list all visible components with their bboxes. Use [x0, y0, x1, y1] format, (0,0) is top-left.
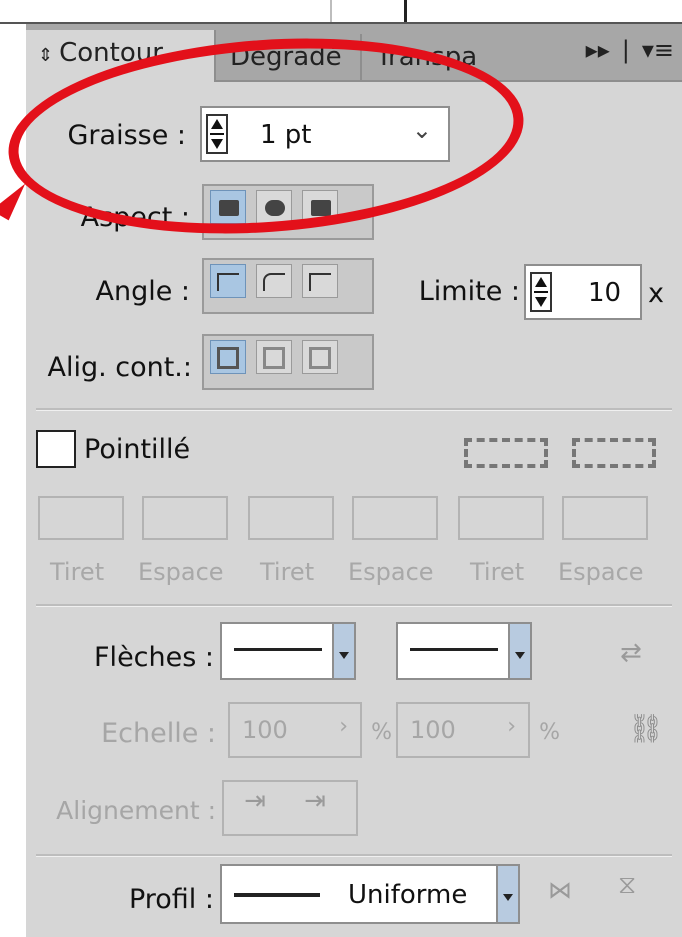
pointille-checkbox[interactable]	[36, 430, 76, 468]
arrow-end-select[interactable]	[396, 622, 532, 680]
gap-input[interactable]	[562, 496, 648, 540]
arrow-place-icon[interactable]: ⇥	[290, 786, 340, 826]
arrow-extend-icon[interactable]: ⇥	[230, 786, 280, 826]
pointille-label: Pointillé	[84, 434, 191, 465]
stepper-icon[interactable]	[530, 272, 552, 312]
collapse-icon: ⇕	[38, 45, 54, 66]
dash-label: Tiret	[50, 558, 105, 586]
gap-label: Espace	[558, 558, 644, 586]
swap-arrows-icon[interactable]: ⇄	[620, 638, 642, 668]
limite-field[interactable]: 10	[524, 264, 642, 320]
profil-value: Uniforme	[348, 880, 468, 910]
limite-value: 10	[588, 278, 622, 308]
flip-horizontal-icon[interactable]: ⋈	[548, 876, 572, 904]
alig-cont-label: Alig. cont.:	[47, 352, 192, 383]
flip-vertical-icon[interactable]: ⧖	[618, 870, 636, 901]
gap-input[interactable]	[142, 496, 228, 540]
angle-buttons	[202, 258, 374, 314]
tab-actions: ▸▸ | ▾≡	[586, 36, 674, 64]
divider	[36, 854, 672, 857]
alig-cont-buttons	[202, 334, 374, 390]
gap-input[interactable]	[352, 496, 438, 540]
profil-label: Profil :	[128, 884, 214, 915]
dash-input[interactable]	[248, 496, 334, 540]
scale-start-unit: %	[371, 720, 392, 745]
top-bar	[0, 0, 682, 24]
chevron-down-icon[interactable]	[332, 624, 354, 678]
scale-end-unit: %	[539, 720, 560, 745]
scale-end-value: 100	[410, 716, 456, 744]
arrow-start-select[interactable]	[220, 622, 356, 680]
gap-label: Espace	[138, 558, 224, 586]
join-bevel-button[interactable]	[302, 264, 338, 298]
gap-label: Espace	[348, 558, 434, 586]
align-center-button[interactable]	[210, 340, 246, 374]
profil-select[interactable]: Uniforme	[220, 864, 520, 924]
dash-preserve-icon[interactable]	[464, 438, 548, 468]
alignement-buttons: ⇥ ⇥	[222, 780, 358, 836]
dash-align-icon[interactable]	[572, 438, 656, 468]
limite-unit: x	[648, 278, 664, 309]
red-arrow-icon	[0, 175, 29, 221]
link-icon[interactable]: ⛓	[628, 712, 664, 745]
divider	[36, 604, 672, 607]
scale-start-value: 100	[242, 716, 288, 744]
divider	[404, 0, 407, 24]
dash-label: Tiret	[470, 558, 525, 586]
dash-label: Tiret	[260, 558, 315, 586]
echelle-label: Echelle :	[101, 718, 216, 749]
join-round-button[interactable]	[256, 264, 292, 298]
fleches-label: Flèches :	[94, 642, 214, 673]
dash-input[interactable]	[38, 496, 124, 540]
limite-label: Limite :	[418, 276, 520, 307]
chevron-down-icon[interactable]	[508, 624, 530, 678]
align-outside-button[interactable]	[302, 340, 338, 374]
forward-icon[interactable]: ▸▸	[586, 36, 610, 64]
angle-label: Angle :	[95, 276, 190, 307]
dash-input[interactable]	[458, 496, 544, 540]
divider	[36, 408, 672, 411]
scale-start-input[interactable]: 100 ›	[228, 702, 362, 758]
join-miter-button[interactable]	[210, 264, 246, 298]
chevron-right-icon[interactable]: ›	[339, 714, 348, 739]
scale-end-input[interactable]: 100 ›	[396, 702, 530, 758]
align-inside-button[interactable]	[256, 340, 292, 374]
alignement-label: Alignement :	[56, 796, 216, 825]
chevron-down-icon[interactable]	[496, 866, 518, 922]
menu-icon[interactable]: ▾≡	[642, 36, 674, 64]
chevron-right-icon[interactable]: ›	[507, 714, 516, 739]
divider: |	[621, 36, 630, 64]
divider	[330, 0, 332, 24]
